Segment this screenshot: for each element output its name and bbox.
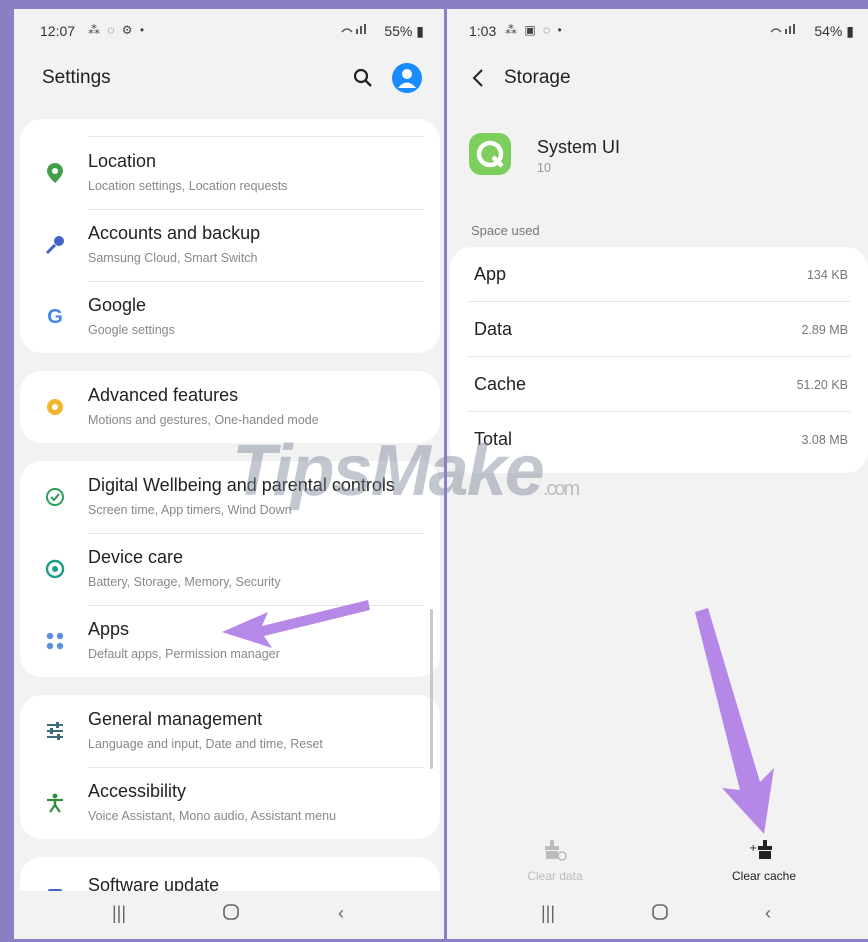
storage-row-cache: Cache 51.20 KB: [450, 357, 868, 412]
page-title: Storage: [504, 67, 571, 88]
signal-icon: [340, 23, 370, 38]
row-value: 2.89 MB: [801, 323, 848, 337]
app-name: System UI: [537, 137, 621, 157]
clear-data-icon: [515, 837, 595, 863]
key-icon: [44, 234, 66, 256]
row-label: Data: [474, 319, 513, 339]
item-title: Advanced features: [88, 385, 239, 405]
settings-item-apps[interactable]: Apps Default apps, Permission manager: [20, 605, 440, 677]
system-ui-app-icon: [469, 133, 511, 175]
status-time: 12:07: [40, 23, 76, 39]
panel-divider: [444, 9, 447, 939]
item-subtitle: Location settings, Location requests: [88, 179, 288, 193]
screenshot-frame: 12:07 ⁂ ◌ ⚙ • 55% ▮ Settings Location Lo…: [0, 0, 868, 942]
location-pin-icon: [44, 162, 66, 184]
item-title: Google: [88, 295, 147, 315]
google-icon: G: [47, 305, 63, 328]
item-title: General management: [88, 709, 263, 729]
clear-data-button[interactable]: Clear data: [515, 837, 595, 889]
item-subtitle: Samsung Cloud, Smart Switch: [88, 251, 258, 265]
signal-icon: [769, 23, 799, 38]
navigation-bar: ||| ‹: [14, 891, 444, 939]
search-icon[interactable]: [352, 67, 374, 89]
status-time: 1:03: [469, 23, 497, 39]
settings-item-accounts-backup[interactable]: Accounts and backup Samsung Cloud, Smart…: [20, 209, 440, 281]
watermark: TipsMake.com: [232, 431, 580, 511]
status-bar: 12:07 ⁂ ◌ ⚙ • 55% ▮: [14, 9, 444, 53]
accessibility-icon: [44, 792, 66, 814]
item-subtitle: Voice Assistant, Mono audio, Assistant m…: [88, 809, 337, 823]
clear-cache-button[interactable]: + Clear cache: [717, 837, 811, 889]
page-title: Settings: [42, 67, 111, 88]
status-icons: ⁂ ◌ ⚙ •: [88, 23, 147, 37]
back-arrow-icon[interactable]: [469, 67, 489, 89]
recents-button[interactable]: |||: [541, 903, 555, 924]
item-title: Apps: [88, 619, 130, 639]
device-care-icon: [44, 558, 66, 580]
home-button[interactable]: [222, 903, 240, 926]
row-value: 51.20 KB: [796, 378, 848, 392]
wellbeing-icon: [44, 486, 66, 508]
settings-item-google[interactable]: G Google Google settings: [20, 281, 440, 353]
recents-button[interactable]: |||: [112, 903, 126, 924]
storage-row-data: Data 2.89 MB: [450, 302, 868, 357]
battery-icon: ▮: [416, 23, 424, 39]
battery-icon: ▮: [846, 23, 854, 39]
row-value: 3.08 MB: [801, 433, 848, 447]
battery-level: 55% ▮: [384, 23, 424, 39]
scrollbar[interactable]: [430, 609, 433, 769]
row-label: Cache: [474, 374, 527, 394]
settings-item-accessibility[interactable]: Accessibility Voice Assistant, Mono audi…: [20, 767, 440, 839]
settings-item-location[interactable]: Location Location settings, Location req…: [20, 137, 440, 209]
navigation-bar: ||| ‹: [447, 891, 868, 939]
gear-plus-icon: [44, 396, 66, 418]
clear-cache-label: Clear cache: [731, 869, 797, 883]
profile-avatar-icon[interactable]: [392, 63, 422, 93]
apps-grid-icon: [44, 630, 66, 652]
status-icons: ⁂ ▣ ◌ •: [505, 23, 564, 37]
sliders-icon: [44, 720, 66, 742]
storage-row-app: App 134 KB: [450, 247, 868, 302]
item-title: Device care: [88, 547, 184, 567]
row-value: 134 KB: [806, 268, 848, 282]
section-label: Space used: [471, 223, 540, 238]
settings-item-general-management[interactable]: General management Language and input, D…: [20, 695, 440, 767]
settings-card-connectivity: Location Location settings, Location req…: [20, 119, 440, 353]
item-title: Accessibility: [88, 781, 187, 801]
app-version: 10: [537, 161, 551, 175]
item-title: Location: [88, 151, 157, 171]
row-label: App: [474, 264, 507, 284]
item-subtitle: Motions and gestures, One-handed mode: [88, 413, 319, 427]
svg-text:+: +: [749, 843, 757, 854]
clear-cache-icon: +: [717, 837, 811, 863]
settings-card-general: General management Language and input, D…: [20, 695, 440, 839]
status-bar: 1:03 ⁂ ▣ ◌ • 54% ▮: [447, 9, 868, 53]
back-button[interactable]: ‹: [765, 903, 771, 924]
item-subtitle: Language and input, Date and time, Reset: [88, 737, 323, 751]
clear-data-label: Clear data: [527, 869, 583, 883]
back-button[interactable]: ‹: [338, 903, 344, 924]
item-subtitle: Battery, Storage, Memory, Security: [88, 575, 281, 589]
item-subtitle: Default apps, Permission manager: [88, 647, 280, 661]
home-button[interactable]: [651, 903, 669, 926]
item-subtitle: Google settings: [88, 323, 175, 337]
battery-level: 54% ▮: [814, 23, 854, 39]
item-title: Accounts and backup: [88, 223, 261, 243]
settings-item-device-care[interactable]: Device care Battery, Storage, Memory, Se…: [20, 533, 440, 605]
